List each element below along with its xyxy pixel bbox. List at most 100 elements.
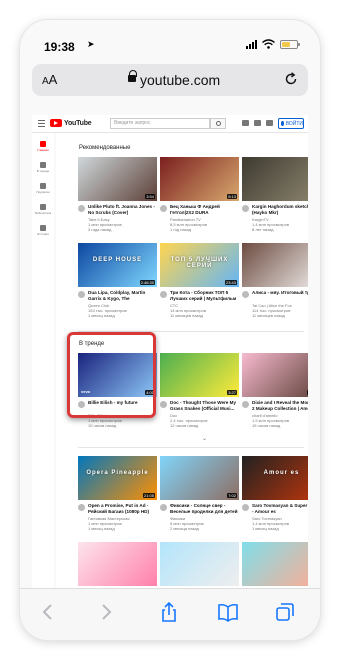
sidebar-item-label: Главная — [37, 148, 49, 152]
video-thumbnail[interactable]: 5:13 — [160, 157, 239, 201]
video-thumbnail[interactable]: ТОП 5 ЛУЧШИХ СЕРИЙ 23:43 — [160, 243, 239, 287]
video-thumbnail[interactable]: 4:57 — [242, 157, 308, 201]
video-card[interactable]: Amour es3:41 Saro Tovmasyan & Super Sako … — [242, 456, 308, 531]
video-thumbnail[interactable]: Opera Pineapple 21:05 — [78, 456, 157, 500]
video-card[interactable]: 5:13 Бец Ханыш Ф Андрей Гетгол|2X2 DURA Pa… — [160, 157, 239, 232]
video-duration: 23:43 — [224, 280, 237, 285]
video-thumbnail[interactable]: 3:27 — [160, 353, 239, 397]
search-button[interactable] — [210, 118, 226, 129]
thumbnail-text: Opera Pineapple — [86, 470, 149, 476]
video-title[interactable]: Doc - Thought Those Were My Grass Snakes… — [170, 400, 238, 411]
status-bar: 19:38 ➤ — [20, 20, 320, 54]
video-thumbnail[interactable]: 10:14 — [242, 353, 308, 397]
video-age: 10 часов назад — [88, 423, 117, 428]
video-thumbnail[interactable]: 7:02 — [160, 456, 239, 500]
recommended-grid: 3:54 Unlike Pluto ft. Joanna Jones - No S… — [78, 157, 308, 337]
video-card[interactable]: ТОП 5 ЛУЧШИХ СЕРИЙ 23:43 Три Кота - Сборни… — [160, 243, 239, 318]
settings-icon[interactable] — [266, 120, 273, 126]
video-card[interactable]: DEEP HOUSE 2:46:30 Dua Lipa, Coldplay, Mar… — [78, 243, 157, 318]
thumbnail-text: Amour es — [263, 470, 300, 476]
video-title[interactable]: Kargin Haghordum sketch 551 (Hayko Mkr) — [252, 204, 308, 215]
video-card[interactable]: 3:54 Unlike Pluto ft. Joanna Jones - No S… — [78, 157, 157, 232]
back-icon[interactable] — [38, 602, 58, 622]
video-thumbnail[interactable]: DEEP HOUSE 2:46:30 — [78, 243, 157, 287]
video-age: 11 месяцев назад — [252, 313, 285, 318]
sidebar-item[interactable]: В тренде — [35, 162, 51, 173]
video-card[interactable]: 4:57 Kargin Haghordum sketch 551 (Hayko M… — [242, 157, 308, 232]
channel-avatar[interactable] — [242, 291, 249, 298]
sidebar-item-label: Подписки — [36, 190, 50, 194]
sidebar-item[interactable]: Библиотека — [35, 204, 51, 215]
video-thumbnail[interactable]: Amour es3:41 — [242, 456, 308, 500]
show-more-chevron-icon[interactable]: ⌄ — [202, 435, 207, 442]
video-card[interactable]: Opera Pineapple 21:05 Open a Promise, Put … — [78, 456, 157, 531]
video-title[interactable]: Dua Lipa, Coldplay, Martin Garrix & Kygo… — [88, 290, 156, 301]
channel-avatar[interactable] — [78, 205, 85, 212]
recommended-heading: Рекомендованные — [79, 145, 131, 151]
video-thumbnail[interactable] — [78, 542, 157, 586]
trending-grid-more: Opera Pineapple 21:05 Open a Promise, Put … — [78, 456, 308, 588]
sign-in-button[interactable]: ВОЙТИ — [278, 118, 304, 129]
video-thumbnail[interactable] — [242, 542, 308, 586]
url-text[interactable]: youtube.com — [140, 72, 220, 88]
tabs-icon[interactable] — [275, 602, 295, 622]
safari-toolbar — [20, 588, 320, 640]
channel-avatar[interactable] — [242, 205, 249, 212]
address-bar[interactable]: AA youtube.com — [32, 64, 308, 96]
channel-avatar[interactable] — [78, 291, 85, 298]
video-age: 1 месяц назад — [88, 526, 115, 531]
sidebar-item-label: Библиотека — [35, 211, 51, 215]
video-title[interactable]: Dixie and I Reveal the Morphe 2 Makeup C… — [252, 400, 308, 411]
channel-avatar[interactable] — [242, 504, 249, 511]
share-icon[interactable] — [159, 602, 179, 622]
video-title[interactable]: Алиса - мяу. Итоговый треш — [252, 290, 308, 301]
video-title[interactable]: Фиксики - Солнце свер - Веселые проделки… — [170, 503, 238, 514]
library-icon — [40, 204, 46, 210]
youtube-logo-text: YouTube — [64, 119, 92, 127]
video-duration: 10:14 — [306, 390, 308, 395]
video-age: 12 часов назад — [170, 423, 199, 428]
channel-avatar[interactable] — [160, 504, 167, 511]
search-input[interactable]: Введите запрос — [110, 118, 210, 129]
sign-in-label: ВОЙТИ — [285, 120, 303, 127]
video-title[interactable]: Open a Promise, Put in Ad - Ряйский Бага… — [88, 503, 156, 514]
video-age: 11 месяцев назад — [170, 313, 203, 318]
video-card[interactable]: 0:22Алиса - мяу. Итоговый трешTai Cao | … — [242, 243, 308, 318]
video-card[interactable]: 7:02 Фиксики - Солнце свер - Веселые прод… — [160, 456, 239, 531]
video-title[interactable]: Unlike Pluto ft. Joanna Jones - No Scrub… — [88, 204, 156, 215]
create-video-icon[interactable] — [242, 120, 249, 126]
video-title[interactable]: Три Кота - Сборник ТОП 5 Лучших серий | … — [170, 290, 238, 301]
thumbnail-text: ТОП 5 ЛУЧШИХ СЕРИЙ — [170, 257, 229, 269]
video-card[interactable] — [242, 542, 308, 586]
video-card[interactable] — [160, 542, 239, 586]
bookmarks-icon[interactable] — [218, 602, 238, 622]
status-icons — [246, 39, 300, 49]
highlight-frame — [67, 332, 156, 418]
sidebar-item-label: В тренде — [36, 169, 50, 173]
video-title[interactable]: Saro Tovmasyan & Super Sako - Amour es — [252, 503, 308, 514]
sidebar-item[interactable]: История — [35, 225, 51, 236]
video-card[interactable]: 10:14 Dixie and I Reveal the Morphe 2 Mak… — [242, 353, 308, 428]
video-title[interactable]: Бец Ханыш Ф Андрей Гетгол|2X2 DURA — [170, 204, 238, 215]
text-size-button[interactable]: AA — [42, 72, 57, 87]
hamburger-menu-icon[interactable] — [38, 120, 45, 127]
channel-avatar[interactable] — [160, 291, 167, 298]
sidebar-item[interactable]: Главная — [35, 141, 51, 152]
sidebar-item[interactable]: Подписки — [35, 183, 51, 194]
channel-avatar[interactable] — [78, 504, 85, 511]
apps-grid-icon[interactable] — [254, 120, 261, 126]
video-thumbnail[interactable]: 0:22 — [242, 243, 308, 287]
fire-icon — [40, 162, 46, 168]
video-card[interactable] — [78, 542, 157, 586]
history-icon — [40, 225, 46, 231]
youtube-logo[interactable]: YouTube — [50, 119, 92, 127]
video-thumbnail[interactable]: 3:54 — [78, 157, 157, 201]
channel-avatar[interactable] — [242, 401, 249, 408]
channel-avatar[interactable] — [160, 205, 167, 212]
forward-icon[interactable] — [96, 602, 116, 622]
video-card[interactable]: 3:27 Doc - Thought Those Were My Grass Sn… — [160, 353, 239, 428]
reload-icon[interactable] — [284, 72, 298, 86]
video-thumbnail[interactable] — [160, 542, 239, 586]
wifi-icon — [262, 39, 275, 49]
channel-avatar[interactable] — [160, 401, 167, 408]
